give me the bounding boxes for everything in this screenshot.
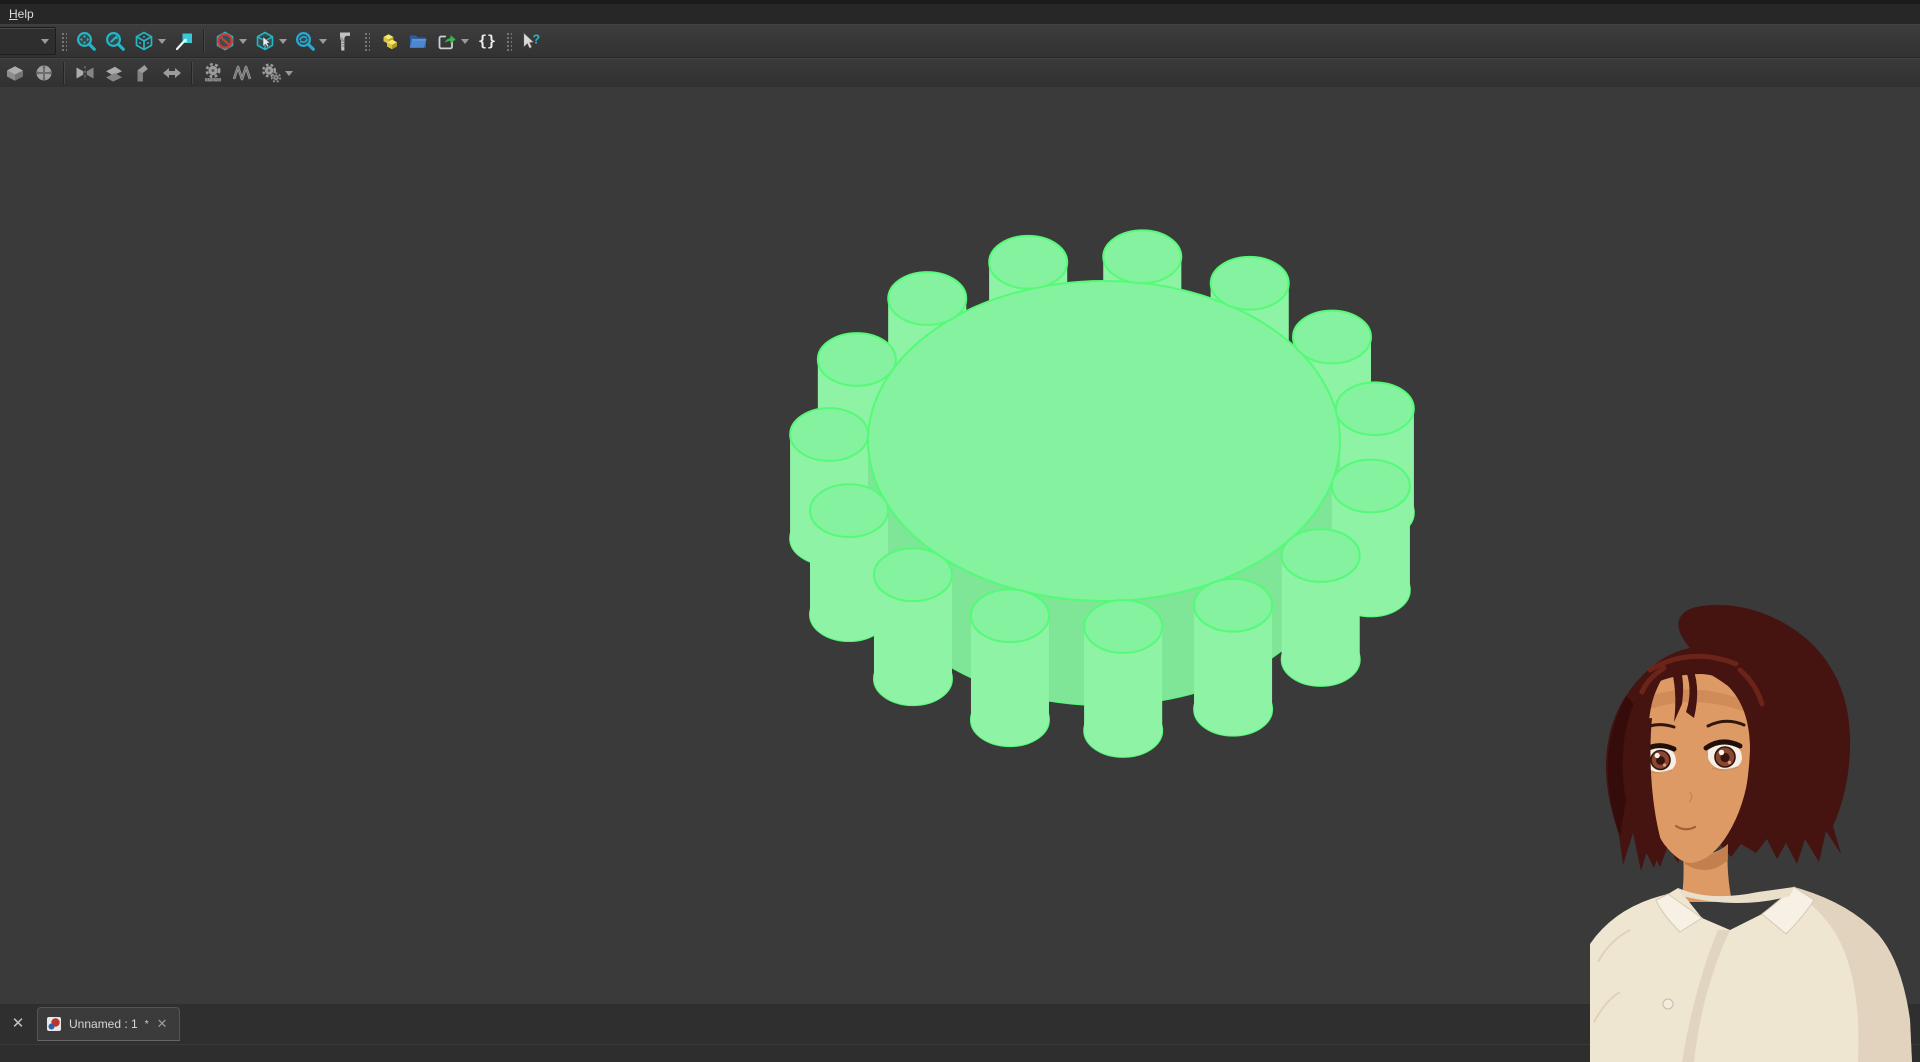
orbit-sphere-icon: [33, 62, 55, 84]
modified-marker: *: [145, 1019, 149, 1030]
close-document-button[interactable]: ✕: [7, 1013, 29, 1035]
gear-pair-button[interactable]: [257, 60, 284, 86]
gear-model[interactable]: [0, 87, 1920, 1004]
chevron-down-icon[interactable]: [319, 39, 327, 48]
spring-button[interactable]: [228, 60, 255, 86]
zoom-fit-all-button[interactable]: [72, 28, 99, 54]
status-bar: [0, 1044, 1920, 1062]
expression-button[interactable]: {}: [473, 28, 500, 54]
zoom-refresh-icon: [294, 30, 316, 52]
measure-caliper-icon: [334, 30, 356, 52]
measure-button[interactable]: [331, 28, 358, 54]
involute-gear-button[interactable]: [199, 60, 226, 86]
toolbar-view: {} ?: [0, 24, 1920, 58]
toolbar-grip[interactable]: [505, 31, 512, 51]
extrude-box-icon: [4, 62, 26, 84]
toolbar-separator: [203, 30, 205, 52]
toolbar-separator: [191, 62, 193, 84]
involute-gear-icon: [202, 62, 224, 84]
svg-text:?: ?: [532, 32, 540, 46]
offset-planes-icon: [103, 62, 125, 84]
clipping-plane-button[interactable]: [211, 28, 238, 54]
extrude-box-button[interactable]: [1, 60, 28, 86]
view-cube-select-button[interactable]: [251, 28, 278, 54]
folder-button[interactable]: [404, 28, 431, 54]
mirror-button[interactable]: [71, 60, 98, 86]
toolbar-grip[interactable]: [363, 31, 370, 51]
orbit-sphere-button[interactable]: [30, 60, 57, 86]
bend-l-icon: [132, 62, 154, 84]
gear-pair-icon: [260, 62, 282, 84]
export-button[interactable]: [433, 28, 460, 54]
cad-application-window: Help: [0, 0, 1920, 1062]
offset-planes-button[interactable]: [100, 60, 127, 86]
menu-item-help[interactable]: Help: [0, 5, 43, 23]
isometric-cube-icon: [133, 30, 155, 52]
toolbar-grip[interactable]: [60, 31, 67, 51]
folder-icon: [407, 30, 429, 52]
expression-braces-icon: {}: [476, 30, 498, 52]
toolbar-separator: [63, 62, 65, 84]
scale-arrows-button[interactable]: [158, 60, 185, 86]
zoom-selection-icon: [104, 30, 126, 52]
chevron-down-icon[interactable]: [285, 71, 293, 80]
scale-arrows-icon: [161, 62, 183, 84]
menu-bar: Help: [0, 4, 1920, 24]
chevron-down-icon[interactable]: [158, 39, 166, 48]
document-icon: [46, 1016, 62, 1032]
zoom-refresh-button[interactable]: [291, 28, 318, 54]
spring-zigzag-icon: [231, 62, 253, 84]
export-arrow-icon: [436, 30, 458, 52]
view-cube-select-icon: [254, 30, 276, 52]
zoom-fit-all-icon: [75, 30, 97, 52]
create-view-button[interactable]: [170, 28, 197, 54]
tab-close-icon[interactable]: ✕: [156, 1016, 169, 1032]
whats-this-button[interactable]: ?: [517, 28, 544, 54]
document-tab-bar: ✕ Unnamed : 1 * ✕: [0, 1004, 1920, 1044]
zoom-selection-button[interactable]: [101, 28, 128, 54]
mirror-icon: [74, 62, 96, 84]
material-button[interactable]: [375, 28, 402, 54]
svg-text:{}: {}: [477, 32, 495, 50]
workbench-selector[interactable]: [0, 27, 56, 55]
document-tab[interactable]: Unnamed : 1 * ✕: [37, 1007, 180, 1041]
chevron-down-icon[interactable]: [279, 39, 287, 48]
isometric-view-button[interactable]: [130, 28, 157, 54]
chevron-down-icon[interactable]: [461, 39, 469, 48]
clipping-plane-icon: [214, 30, 236, 52]
bend-l-button[interactable]: [129, 60, 156, 86]
chevron-down-icon: [41, 39, 49, 48]
chevron-down-icon[interactable]: [239, 39, 247, 48]
document-tab-title: Unnamed : 1: [69, 1017, 138, 1031]
material-boxes-icon: [378, 30, 400, 52]
create-view-icon: [173, 30, 195, 52]
toolbar-tools: [0, 58, 1920, 88]
3d-viewport[interactable]: [0, 87, 1920, 1004]
whats-this-icon: ?: [519, 30, 542, 52]
